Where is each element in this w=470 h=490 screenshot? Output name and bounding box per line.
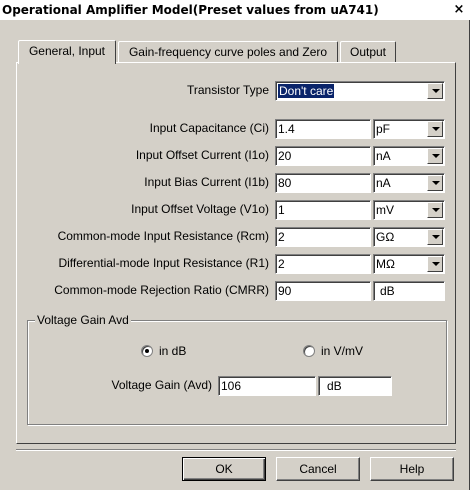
param-value: 20 <box>278 149 292 163</box>
radio-in-vmv-label[interactable]: in V/mV <box>321 344 363 358</box>
voltage-gain-group-title: Voltage Gain Avd <box>35 313 131 327</box>
voltage-gain-label: Voltage Gain (Avd) <box>111 378 212 392</box>
input-capacitance-field[interactable]: 1.4 <box>275 119 371 139</box>
param-label: Input Offset Voltage (V1o) <box>131 202 269 216</box>
param-label: Differential-mode Input Resistance (R1) <box>58 256 269 270</box>
param-value: 80 <box>278 176 292 190</box>
voltage-gain-unit-field: dB <box>318 376 392 396</box>
tab-general-input-label: General, Input <box>28 44 106 58</box>
voltage-gain-unit: dB <box>327 379 342 393</box>
param-value: 1 <box>278 203 285 217</box>
tab-gain-frequency-label: Gain-frequency curve poles and Zero <box>128 45 328 59</box>
differential-resistance-field[interactable]: 2 <box>275 254 371 274</box>
chevron-down-icon[interactable] <box>427 202 443 218</box>
radio-in-db[interactable] <box>141 345 153 357</box>
param-value: 1.4 <box>278 122 295 136</box>
param-value: 2 <box>278 257 285 271</box>
chevron-down-icon[interactable] <box>427 175 443 191</box>
transistor-type-select[interactable]: Don't care <box>275 81 445 101</box>
chevron-down-icon[interactable] <box>427 148 443 164</box>
param-value: 2 <box>278 230 285 244</box>
transistor-type-value: Don't care <box>278 84 335 98</box>
param-label: Input Offset Current (I1o) <box>135 148 269 162</box>
radio-selected-dot <box>145 349 149 353</box>
input-offset-voltage-field[interactable]: 1 <box>275 200 371 220</box>
voltage-gain-field[interactable]: 106 <box>218 376 316 396</box>
help-button[interactable]: Help <box>370 457 454 481</box>
param-unit: MΩ <box>376 257 395 271</box>
param-value: 90 <box>278 284 292 298</box>
tab-general-input[interactable]: General, Input <box>18 40 116 64</box>
radio-in-db-label[interactable]: in dB <box>159 344 186 358</box>
tab-panel-general-input: Transistor Type Don't care Input Capacit… <box>16 62 456 444</box>
differential-resistance-unit-select[interactable]: MΩ <box>373 254 445 274</box>
title-bar[interactable]: Operational Amplifier Model(Preset value… <box>0 0 470 20</box>
tab-gain-frequency[interactable]: Gain-frequency curve poles and Zero <box>118 41 338 63</box>
input-offset-current-unit-select[interactable]: nA <box>373 146 445 166</box>
tab-output-label: Output <box>349 45 387 59</box>
common-mode-resistance-field[interactable]: 2 <box>275 227 371 247</box>
input-offset-current-field[interactable]: 20 <box>275 146 371 166</box>
param-unit: mV <box>376 203 394 217</box>
chevron-down-icon[interactable] <box>427 229 443 245</box>
param-label: Input Bias Current (I1b) <box>144 175 269 189</box>
divider <box>16 449 456 451</box>
cmrr-unit-field: dB <box>373 281 445 301</box>
param-label: Input Capacitance (Ci) <box>149 121 269 135</box>
param-label: Common-mode Rejection Ratio (CMRR) <box>54 283 269 297</box>
param-unit: nA <box>376 149 391 163</box>
chevron-down-icon[interactable] <box>427 121 443 137</box>
radio-in-vmv[interactable] <box>303 345 315 357</box>
ok-button[interactable]: OK <box>182 457 266 481</box>
voltage-gain-value: 106 <box>221 379 242 393</box>
cmrr-field[interactable]: 90 <box>275 281 371 301</box>
param-unit: dB <box>380 284 395 298</box>
param-unit: pF <box>376 122 391 136</box>
tab-output[interactable]: Output <box>340 41 396 63</box>
window-title: Operational Amplifier Model(Preset value… <box>2 3 379 17</box>
input-capacitance-unit-select[interactable]: pF <box>373 119 445 139</box>
input-bias-current-unit-select[interactable]: nA <box>373 173 445 193</box>
chevron-down-icon[interactable] <box>427 256 443 272</box>
param-unit: GΩ <box>376 230 395 244</box>
dialog-window: Operational Amplifier Model(Preset value… <box>0 0 470 490</box>
common-mode-resistance-unit-select[interactable]: GΩ <box>373 227 445 247</box>
param-unit: nA <box>376 176 391 190</box>
voltage-gain-group <box>27 320 447 425</box>
close-icon[interactable]: × <box>451 3 467 17</box>
input-offset-voltage-unit-select[interactable]: mV <box>373 200 445 220</box>
param-label: Common-mode Input Resistance (Rcm) <box>57 229 269 243</box>
transistor-type-label: Transistor Type <box>186 83 269 97</box>
input-bias-current-field[interactable]: 80 <box>275 173 371 193</box>
cancel-button[interactable]: Cancel <box>276 457 360 481</box>
chevron-down-icon[interactable] <box>427 83 443 99</box>
